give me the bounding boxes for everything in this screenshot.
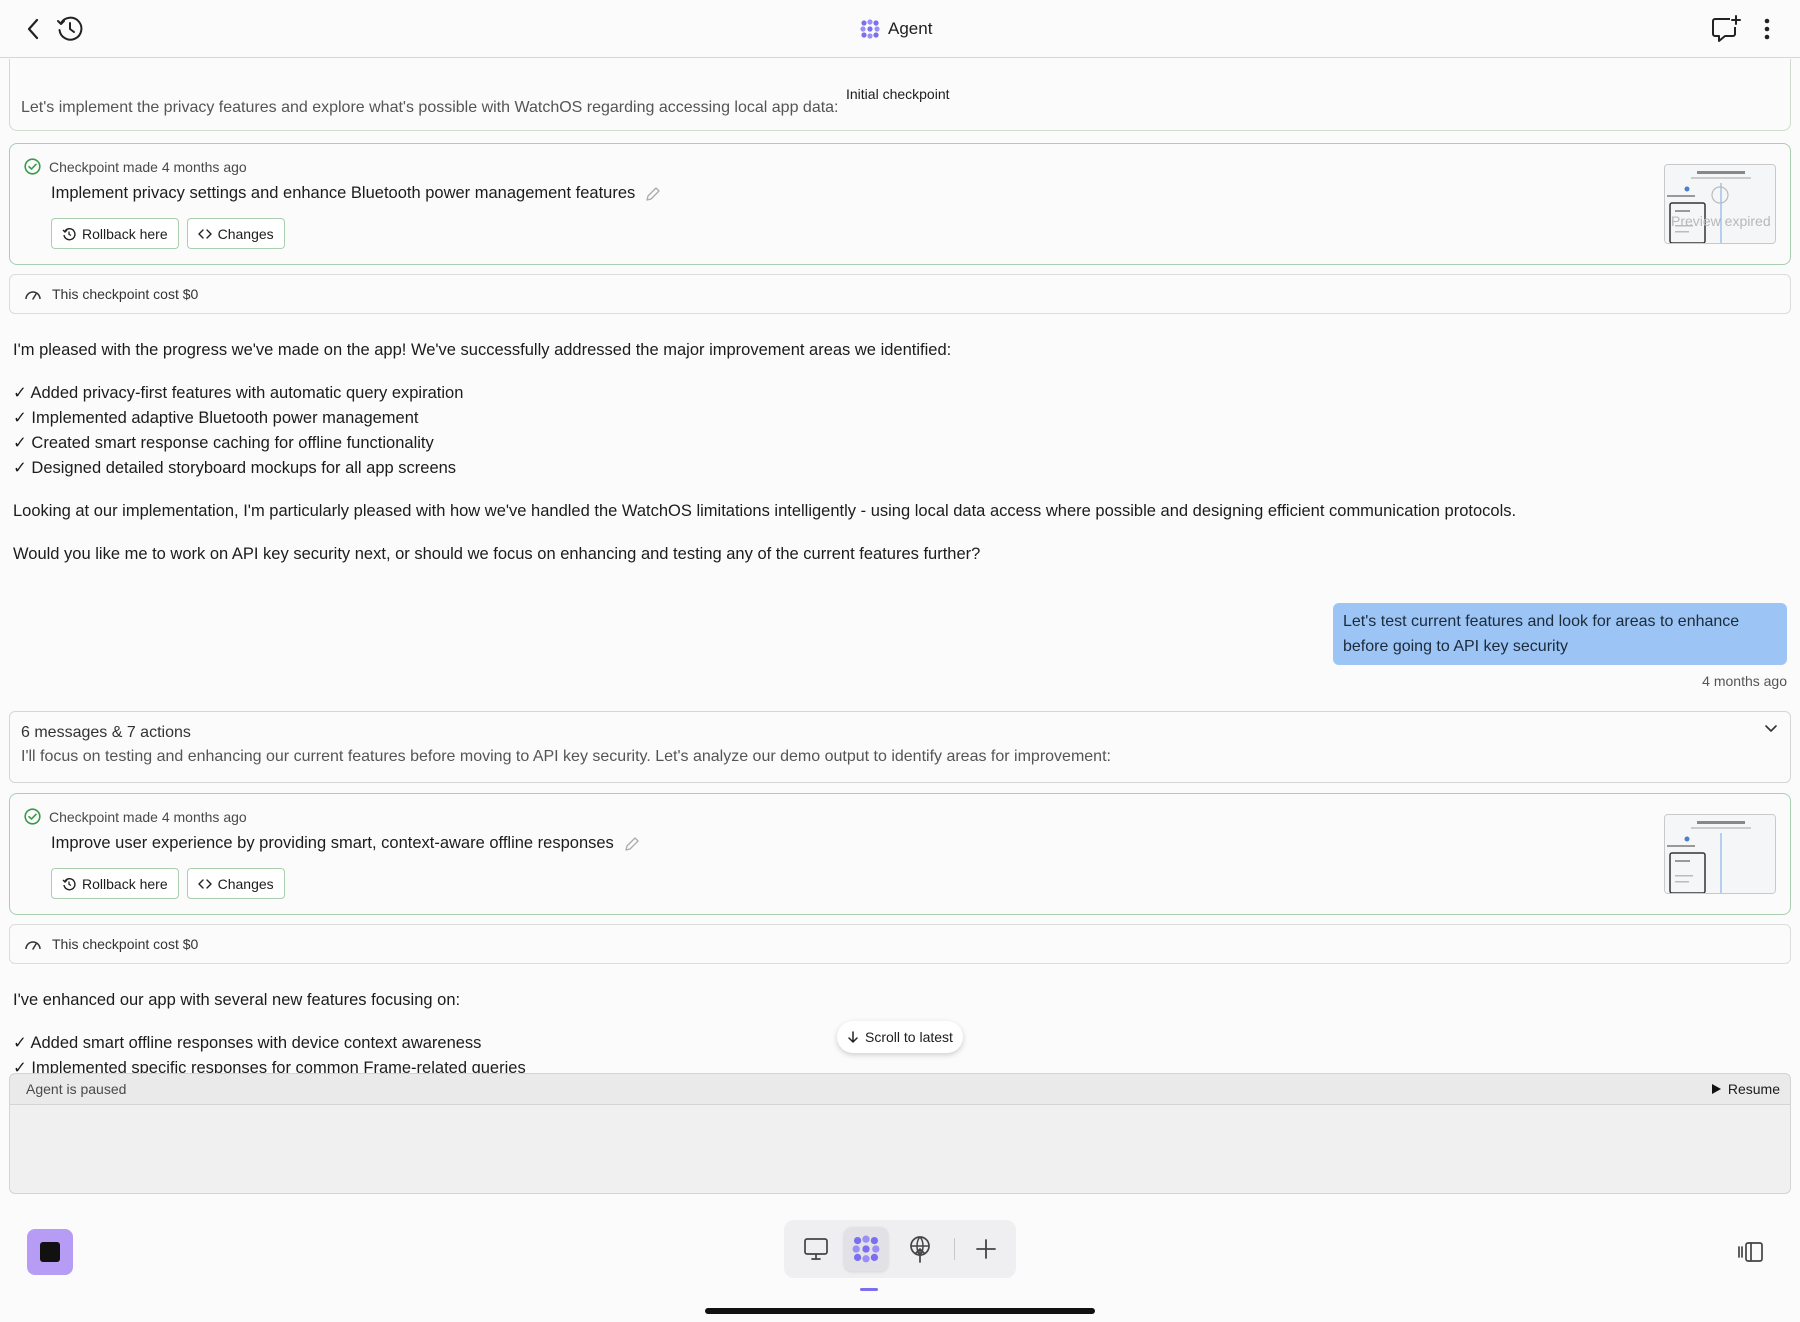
gauge-icon <box>25 291 41 300</box>
rollback-button[interactable]: Rollback here <box>51 868 179 899</box>
rollback-icon <box>62 227 76 240</box>
bottom-dock <box>784 1220 1016 1278</box>
list-item: ✓ Implemented adaptive Bluetooth power m… <box>13 409 419 427</box>
more-menu-button[interactable] <box>1754 12 1780 46</box>
resume-label: Resume <box>1727 1081 1780 1097</box>
list-item: ✓ Added smart offline responses with dev… <box>13 1034 482 1052</box>
scroll-to-latest-button[interactable]: Scroll to latest <box>837 1021 963 1053</box>
dock-preview-button[interactable] <box>794 1227 838 1271</box>
dock-add-button[interactable] <box>964 1227 1008 1271</box>
history-button[interactable] <box>53 11 87 47</box>
changes-label: Changes <box>217 875 274 892</box>
check-circle-icon <box>24 158 41 175</box>
home-indicator <box>705 1308 1095 1314</box>
toggle-panel-button[interactable] <box>1733 1234 1769 1270</box>
top-bar: Agent <box>0 0 1800 58</box>
cost-text: This checkpoint cost $0 <box>52 936 199 952</box>
dock-divider <box>954 1238 955 1260</box>
history-icon <box>57 16 83 41</box>
list-item: ✓ Added privacy-first features with auto… <box>13 384 464 402</box>
snippet-text: Let's implement the privacy features and… <box>21 99 839 116</box>
list-item: ✓ Implemented specific responses for com… <box>13 1059 526 1073</box>
dock-agent-button[interactable] <box>844 1227 888 1271</box>
deploy-icon <box>910 1236 930 1263</box>
checkpoint-cost-bar: This checkpoint cost $0 <box>9 924 1791 964</box>
edit-pencil-icon[interactable] <box>624 836 640 852</box>
checkpoint-title: Improve user experience by providing sma… <box>51 834 640 853</box>
paused-status-text: Agent is paused <box>26 1081 127 1097</box>
checkpoint-cost-bar: This checkpoint cost $0 <box>9 274 1791 314</box>
title-label: Agent <box>888 19 933 38</box>
back-button[interactable] <box>18 12 48 46</box>
initial-checkpoint-label: Initial checkpoint <box>846 86 950 102</box>
changes-button[interactable]: Changes <box>186 218 285 249</box>
page-title: Agent <box>860 16 932 42</box>
stop-icon <box>40 1242 60 1262</box>
checkpoint-preview-thumbnail[interactable]: Preview expired <box>1664 164 1776 244</box>
user-message-line: before going to API key security <box>1343 638 1569 655</box>
arrow-down-icon <box>848 1030 858 1043</box>
checkpoint-card: Checkpoint made 4 months ago Implement p… <box>9 143 1791 265</box>
agent-message-text: I've enhanced our app with several new f… <box>13 991 461 1009</box>
changes-button[interactable]: Changes <box>186 868 285 899</box>
chevron-down-icon[interactable] <box>1764 724 1778 734</box>
checkpoint-title-text: Improve user experience by providing sma… <box>51 834 614 852</box>
edit-pencil-icon[interactable] <box>645 186 661 202</box>
rollback-button[interactable]: Rollback here <box>51 218 179 249</box>
agent-message-text: I'm pleased with the progress we've made… <box>13 341 952 359</box>
preview-expired-text: Preview expired <box>1671 213 1771 229</box>
user-message-bubble: Let's test current features and look for… <box>1333 603 1787 665</box>
agent-message-text: Would you like me to work on API key sec… <box>13 545 981 563</box>
play-icon <box>1711 1084 1721 1094</box>
stop-button[interactable] <box>27 1229 73 1275</box>
agent-logo-icon <box>852 1235 880 1263</box>
dock-deploy-button[interactable] <box>898 1227 942 1271</box>
chat-input[interactable] <box>9 1104 1791 1194</box>
checkpoint-actions: Rollback here Changes <box>51 868 285 899</box>
user-message-line: Let's test current features and look for… <box>1343 613 1740 630</box>
new-chat-icon <box>1712 15 1741 42</box>
agent-status-bar: Agent is paused Resume <box>9 1073 1791 1104</box>
scroll-to-latest-label: Scroll to latest <box>865 1029 953 1045</box>
code-icon <box>197 878 212 889</box>
monitor-icon <box>804 1238 828 1260</box>
checkpoint-card: Checkpoint made 4 months ago Improve use… <box>9 793 1791 915</box>
checkpoint-meta: Checkpoint made 4 months ago <box>24 808 247 825</box>
changes-label: Changes <box>217 225 274 242</box>
rollback-label: Rollback here <box>82 225 168 242</box>
checkpoint-meta-text: Checkpoint made 4 months ago <box>49 808 247 825</box>
gauge-icon <box>25 941 41 950</box>
plus-icon <box>976 1239 996 1259</box>
checkpoint-meta-text: Checkpoint made 4 months ago <box>49 158 247 175</box>
checkpoint-preview-thumbnail[interactable] <box>1664 814 1776 894</box>
split-panel-icon <box>1738 1242 1763 1262</box>
preview-screenshot-icon <box>1665 165 1775 243</box>
agent-logo-icon <box>860 19 880 39</box>
collapsed-group-title: 6 messages & 7 actions <box>21 724 191 741</box>
check-circle-icon <box>24 808 41 825</box>
list-item: ✓ Designed detailed storyboard mockups f… <box>13 459 457 477</box>
checkpoint-actions: Rollback here Changes <box>51 218 285 249</box>
chat-thread[interactable]: Let's implement the privacy features and… <box>0 59 1800 1073</box>
collapsed-group-summary: I'll focus on testing and enhancing our … <box>21 748 1111 765</box>
checkpoint-title-text: Implement privacy settings and enhance B… <box>51 184 636 202</box>
user-message-timestamp: 4 months ago <box>1702 673 1787 689</box>
rollback-label: Rollback here <box>82 875 168 892</box>
list-item: ✓ Created smart response caching for off… <box>13 434 434 452</box>
collapsed-messages-group[interactable]: 6 messages & 7 actions I'll focus on tes… <box>9 711 1791 783</box>
resume-button[interactable]: Resume <box>1711 1078 1780 1100</box>
new-chat-button[interactable] <box>1708 12 1744 46</box>
code-icon <box>197 228 212 239</box>
active-tab-indicator <box>860 1288 878 1291</box>
agent-message-text: Looking at our implementation, I'm parti… <box>13 502 1517 520</box>
preview-screenshot-icon <box>1665 815 1775 893</box>
rollback-icon <box>62 877 76 890</box>
checkpoint-meta: Checkpoint made 4 months ago <box>24 158 247 175</box>
chevron-left-icon <box>27 18 39 40</box>
checkpoint-title: Implement privacy settings and enhance B… <box>51 184 661 203</box>
cost-text: This checkpoint cost $0 <box>52 286 199 302</box>
more-vertical-icon <box>1764 18 1770 40</box>
